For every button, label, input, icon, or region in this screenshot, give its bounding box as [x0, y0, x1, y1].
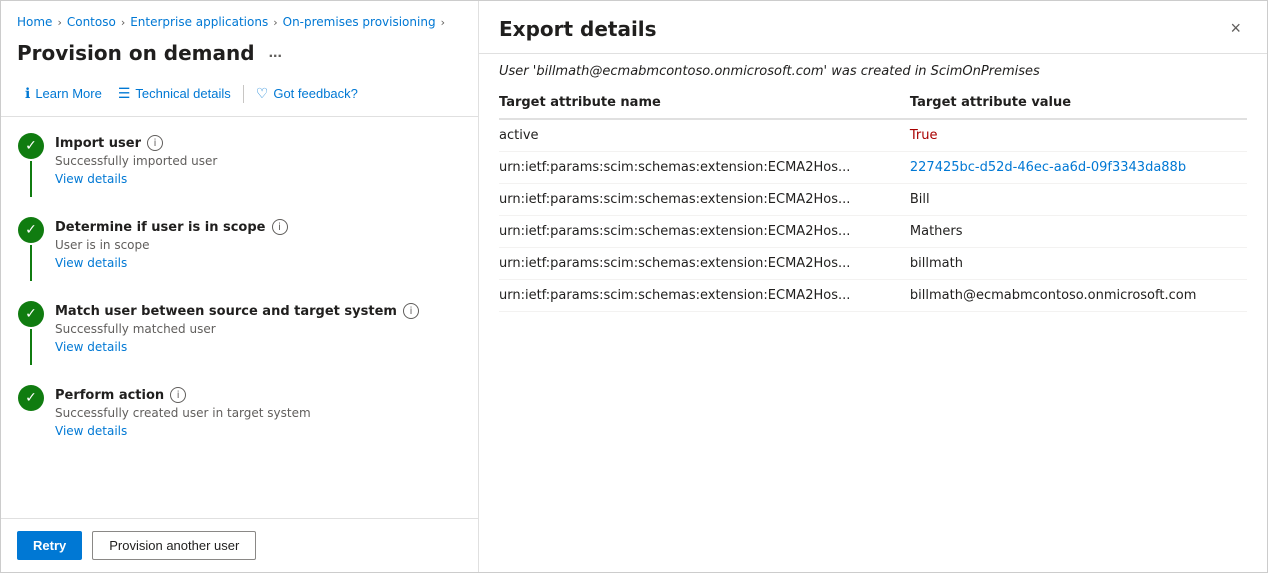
step-scope: ✓ Determine if user is in scope i User i… — [17, 217, 462, 281]
table-row: urn:ietf:params:scim:schemas:extension:E… — [499, 184, 1247, 216]
attr-name-cell: urn:ietf:params:scim:schemas:extension:E… — [499, 216, 910, 248]
step-title-row-1: Import user i — [55, 135, 462, 151]
heart-icon: ♡ — [256, 85, 269, 102]
step-desc-3: Successfully matched user — [55, 322, 462, 336]
table-row: urn:ietf:params:scim:schemas:extension:E… — [499, 280, 1247, 312]
attr-name-cell: urn:ietf:params:scim:schemas:extension:E… — [499, 248, 910, 280]
technical-details-button[interactable]: ☰ Technical details — [110, 81, 239, 106]
table-row: urn:ietf:params:scim:schemas:extension:E… — [499, 248, 1247, 280]
step-view-details-1[interactable]: View details — [55, 172, 127, 186]
subtitle-user: 'billmath@ecmabmcontoso.onmicrosoft.com' — [533, 64, 827, 79]
technical-details-label: Technical details — [135, 86, 230, 101]
subtitle-prefix: User — [499, 64, 533, 79]
got-feedback-label: Got feedback? — [273, 86, 358, 101]
step-line-col-1: ✓ — [17, 133, 45, 197]
step-check-3: ✓ — [18, 301, 44, 327]
got-feedback-button[interactable]: ♡ Got feedback? — [248, 81, 366, 106]
breadcrumb-enterprise-apps[interactable]: Enterprise applications — [130, 15, 268, 29]
table-row: urn:ietf:params:scim:schemas:extension:E… — [499, 216, 1247, 248]
step-content-4: Perform action i Successfully created us… — [55, 385, 462, 439]
step-view-details-4[interactable]: View details — [55, 424, 127, 438]
step-title-row-3: Match user between source and target sys… — [55, 303, 462, 319]
step-view-details-3[interactable]: View details — [55, 340, 127, 354]
right-panel: Export details × User 'billmath@ecmabmco… — [479, 1, 1267, 572]
step-line-col-4: ✓ — [17, 385, 45, 411]
step-line-col-3: ✓ — [17, 301, 45, 365]
ellipsis-button[interactable]: ... — [263, 42, 288, 64]
table-header-row: Target attribute name Target attribute v… — [499, 87, 1247, 119]
attr-name-cell: urn:ietf:params:scim:schemas:extension:E… — [499, 280, 910, 312]
breadcrumb-sep-1: › — [57, 16, 61, 29]
breadcrumb-current: On-premises provisioning — [283, 15, 436, 29]
right-header: Export details × — [479, 1, 1267, 54]
step-desc-1: Successfully imported user — [55, 154, 462, 168]
step-title-1: Import user — [55, 136, 141, 151]
step-content-1: Import user i Successfully imported user… — [55, 133, 462, 187]
attr-value-cell: True — [910, 119, 1247, 152]
breadcrumb-contoso[interactable]: Contoso — [67, 15, 116, 29]
export-table: Target attribute name Target attribute v… — [499, 87, 1247, 312]
attr-value-cell: billmath — [910, 248, 1247, 280]
attr-value-cell: billmath@ecmabmcontoso.onmicrosoft.com — [910, 280, 1247, 312]
left-panel: Home › Contoso › Enterprise applications… — [1, 1, 479, 572]
subtitle-suffix: was created in ScimOnPremises — [827, 64, 1040, 79]
attr-value-cell: 227425bc-d52d-46ec-aa6d-09f3343da88b — [910, 152, 1247, 184]
table-row: activeTrue — [499, 119, 1247, 152]
step-content-2: Determine if user is in scope i User is … — [55, 217, 462, 271]
step-connector-2 — [30, 245, 32, 281]
step-check-1: ✓ — [18, 133, 44, 159]
breadcrumb-sep-3: › — [273, 16, 277, 29]
toolbar-divider — [243, 85, 244, 103]
col-attr-name-header: Target attribute name — [499, 87, 910, 119]
step-perform-action: ✓ Perform action i Successfully created … — [17, 385, 462, 439]
step-info-icon-3: i — [403, 303, 419, 319]
step-connector-1 — [30, 161, 32, 197]
step-title-row-2: Determine if user is in scope i — [55, 219, 462, 235]
breadcrumb-home[interactable]: Home — [17, 15, 52, 29]
step-import-user: ✓ Import user i Successfully imported us… — [17, 133, 462, 197]
step-info-icon-4: i — [170, 387, 186, 403]
page-title: Provision on demand — [17, 41, 255, 65]
page-title-row: Provision on demand ... — [1, 37, 478, 75]
step-check-4: ✓ — [18, 385, 44, 411]
bottom-bar: Retry Provision another user — [1, 518, 478, 572]
attr-name-cell: urn:ietf:params:scim:schemas:extension:E… — [499, 184, 910, 216]
provision-another-button[interactable]: Provision another user — [92, 531, 256, 560]
step-content-3: Match user between source and target sys… — [55, 301, 462, 355]
attr-value-cell: Mathers — [910, 216, 1247, 248]
step-info-icon-1: i — [147, 135, 163, 151]
step-title-4: Perform action — [55, 388, 164, 403]
step-info-icon-2: i — [272, 219, 288, 235]
attr-name-cell: active — [499, 119, 910, 152]
step-desc-4: Successfully created user in target syst… — [55, 406, 462, 420]
retry-button[interactable]: Retry — [17, 531, 82, 560]
step-title-3: Match user between source and target sys… — [55, 304, 397, 319]
steps-area: ✓ Import user i Successfully imported us… — [1, 117, 478, 518]
table-row: urn:ietf:params:scim:schemas:extension:E… — [499, 152, 1247, 184]
attr-value-cell: Bill — [910, 184, 1247, 216]
breadcrumb: Home › Contoso › Enterprise applications… — [1, 1, 478, 37]
close-button[interactable]: × — [1224, 17, 1247, 39]
list-icon: ☰ — [118, 85, 131, 102]
breadcrumb-sep-4: › — [441, 16, 445, 29]
step-connector-3 — [30, 329, 32, 365]
step-line-col-2: ✓ — [17, 217, 45, 281]
main-container: Home › Contoso › Enterprise applications… — [0, 0, 1268, 573]
step-view-details-2[interactable]: View details — [55, 256, 127, 270]
learn-more-label: Learn More — [35, 86, 101, 101]
step-title-2: Determine if user is in scope — [55, 220, 266, 235]
right-subtitle: User 'billmath@ecmabmcontoso.onmicrosoft… — [479, 54, 1267, 87]
right-title: Export details — [499, 17, 657, 41]
col-attr-value-header: Target attribute value — [910, 87, 1247, 119]
step-title-row-4: Perform action i — [55, 387, 462, 403]
export-table-area: Target attribute name Target attribute v… — [479, 87, 1267, 572]
toolbar: ℹ Learn More ☰ Technical details ♡ Got f… — [1, 75, 478, 117]
step-match: ✓ Match user between source and target s… — [17, 301, 462, 365]
attr-name-cell: urn:ietf:params:scim:schemas:extension:E… — [499, 152, 910, 184]
learn-more-button[interactable]: ℹ Learn More — [17, 81, 110, 106]
breadcrumb-sep-2: › — [121, 16, 125, 29]
step-desc-2: User is in scope — [55, 238, 462, 252]
info-circle-icon: ℹ — [25, 85, 30, 102]
step-check-2: ✓ — [18, 217, 44, 243]
